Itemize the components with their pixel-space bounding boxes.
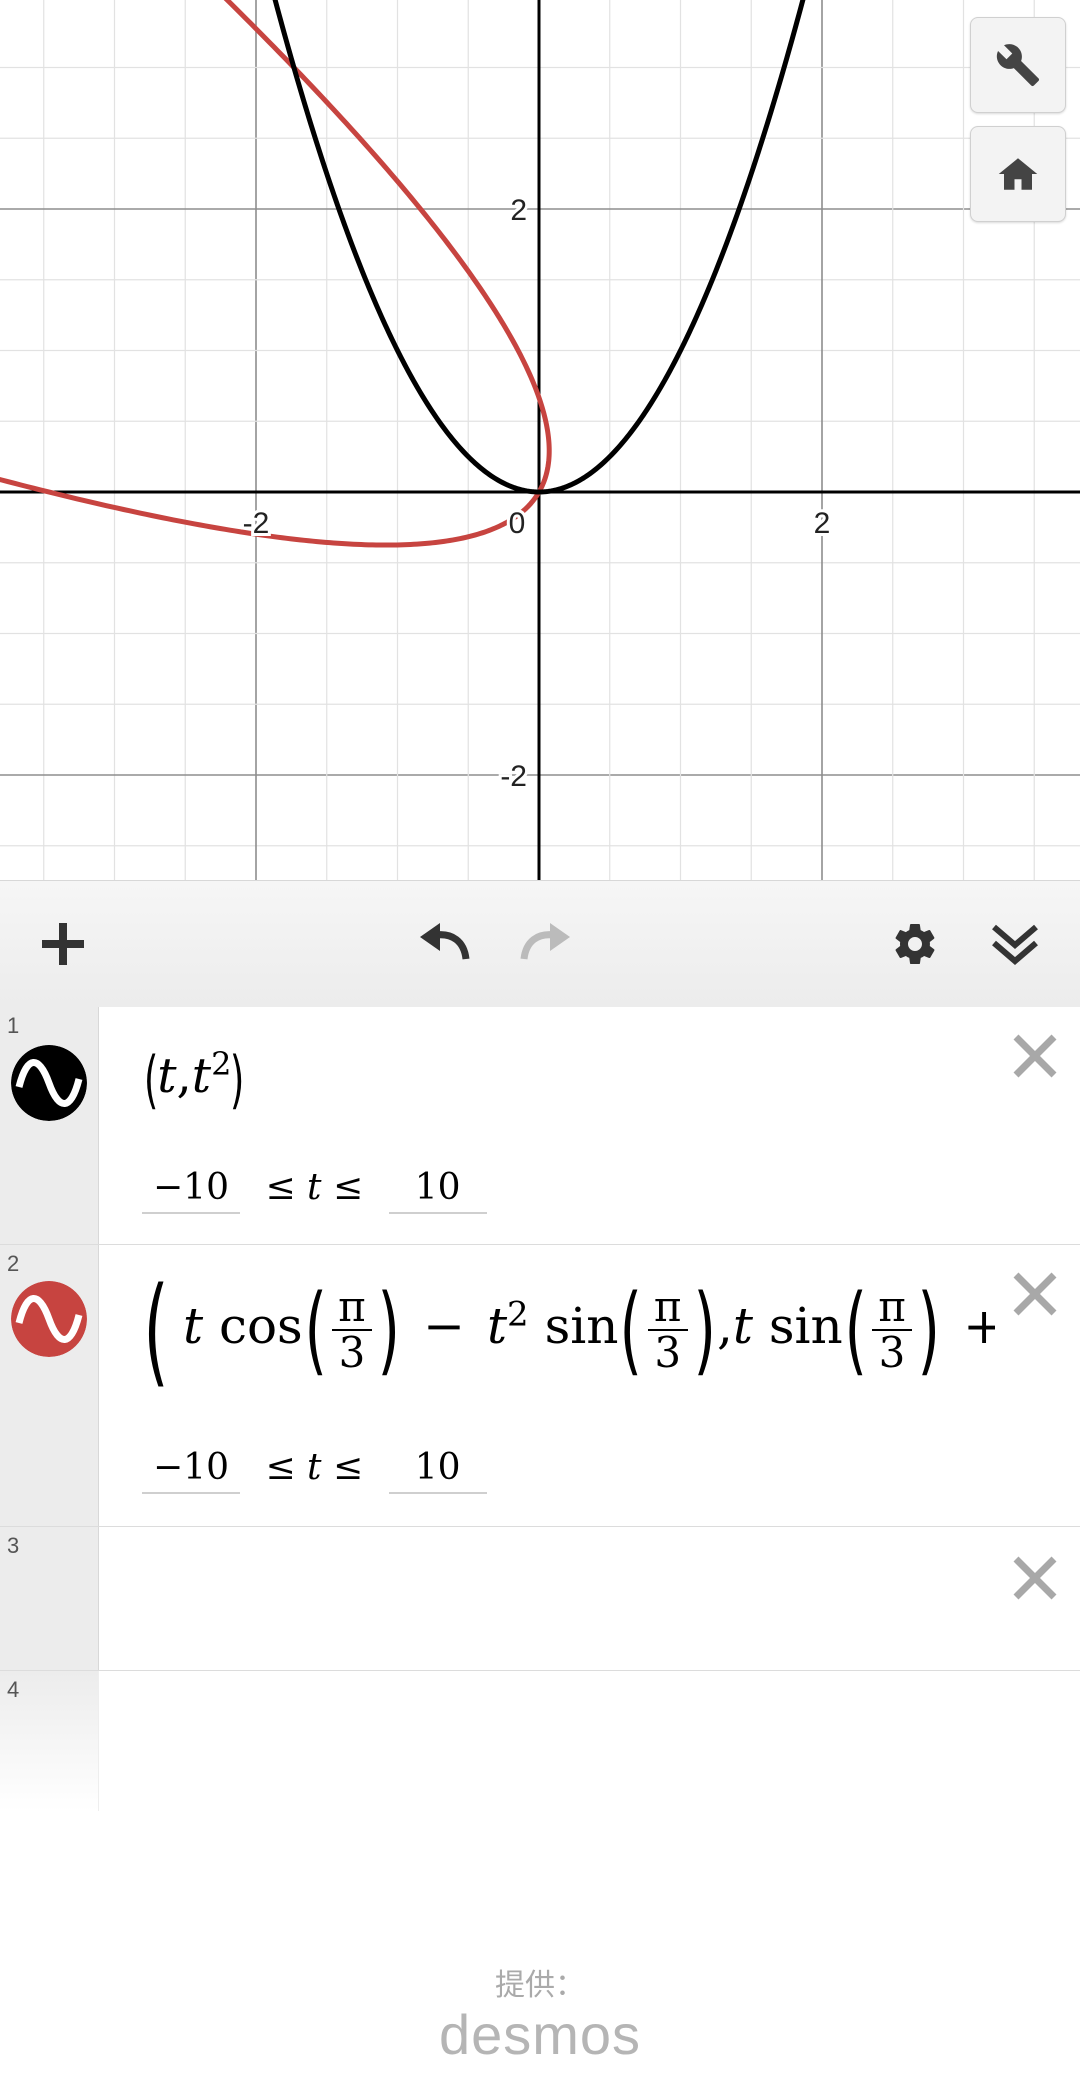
domain-inequality: ≤ t ≤ [265, 1447, 364, 1488]
parametric-domain: −10 ≤ t ≤ 10 [142, 1447, 487, 1494]
delete-expression-button[interactable] [1008, 1267, 1062, 1321]
wrench-icon [996, 44, 1040, 87]
undo-icon [420, 923, 470, 960]
expression-input-3[interactable] [145, 1567, 945, 1627]
expression-gutter: 3 [0, 1527, 99, 1670]
expression-row-1[interactable]: 1 (t,t2) −10 ≤ t ≤ 10 [0, 1007, 1080, 1245]
curve-expression-2 [0, 0, 552, 548]
expression-toolbar [0, 880, 1080, 1008]
frac-num: π [872, 1284, 912, 1331]
var-t: t [732, 1297, 753, 1355]
paren: ) [230, 1043, 245, 1116]
comma: , [176, 1048, 192, 1104]
func-sin: sin [544, 1297, 619, 1355]
expression-gutter: 2 [0, 1245, 99, 1526]
expression-index: 4 [7, 1677, 20, 1702]
gear-icon [895, 924, 935, 965]
plus-icon [42, 923, 84, 965]
curve-color-toggle-icon[interactable] [11, 1045, 87, 1121]
paren: ( [145, 1271, 169, 1389]
expression-gutter: 1 [0, 1007, 99, 1244]
var-t: t [486, 1297, 508, 1355]
domain-inequality: ≤ t ≤ [265, 1167, 364, 1208]
add-expression-button[interactable] [18, 881, 108, 1007]
expression-list: 1 (t,t2) −10 ≤ t ≤ 10 2 (t cos(π 3) −… [0, 1007, 1080, 1811]
exponent: 2 [211, 1045, 232, 1083]
parametric-domain: −10 ≤ t ≤ 10 [142, 1167, 487, 1214]
zoom-home-button[interactable] [970, 126, 1066, 222]
expression-input-2[interactable]: ( t cos(π 3) − t2 sin(π 3),t sin(π 3) + [145, 1271, 995, 1389]
redo-button[interactable] [500, 881, 590, 1007]
expression-gutter: 4 [0, 1671, 99, 1811]
x-tick-label: 2 [814, 507, 831, 540]
provided-by-label: 提供： [495, 1968, 585, 2003]
expression-row-2[interactable]: 2 ( t cos(π 3) − t2 sin(π 3),t sin(π 3) + −… [0, 1245, 1080, 1527]
close-icon [1013, 1556, 1057, 1600]
curve-color-toggle-icon[interactable] [11, 1281, 87, 1357]
collapse-list-button[interactable] [970, 881, 1060, 1007]
y-tick-label: -2 [500, 760, 527, 793]
fraction: π3 [872, 1284, 912, 1377]
minus: − [423, 1297, 466, 1355]
fraction: π3 [332, 1284, 372, 1377]
paren: ( [304, 1274, 327, 1386]
frac-den: 3 [654, 1328, 682, 1377]
paren: ( [143, 1043, 159, 1116]
close-icon [1013, 1034, 1057, 1078]
paren: ) [377, 1274, 400, 1386]
func-cos: cos [218, 1297, 303, 1355]
domain-max-input[interactable]: 10 [388, 1167, 487, 1214]
func-sin: sin [768, 1297, 843, 1355]
frac-num: π [647, 1284, 688, 1331]
powered-by-footer: 提供： desmos [0, 1960, 1080, 2066]
expression-index: 3 [7, 1533, 20, 1558]
expression-row-3[interactable]: 3 [0, 1527, 1080, 1671]
close-icon [1013, 1272, 1057, 1316]
graph-svg[interactable]: -2 0 2 2 -2 [0, 0, 1080, 880]
frac-den: 3 [338, 1328, 366, 1377]
graph-settings-button[interactable] [970, 17, 1066, 113]
expression-input-1[interactable]: (t,t2) [143, 1043, 245, 1116]
plus: + [963, 1297, 995, 1355]
paren: ( [844, 1274, 867, 1386]
graph-canvas[interactable]: -2 0 2 2 -2 [0, 0, 1080, 880]
settings-button[interactable] [870, 881, 960, 1007]
paren: ( [619, 1274, 643, 1386]
expression-index: 2 [7, 1251, 20, 1276]
paren: ) [917, 1274, 940, 1386]
desmos-logo[interactable]: desmos [0, 2004, 1080, 2066]
var-t: t [182, 1297, 204, 1355]
x-tick-label: 0 [509, 507, 526, 540]
var-t: t [157, 1048, 177, 1104]
exponent: 2 [507, 1294, 529, 1335]
paren: ) [693, 1274, 716, 1386]
delete-expression-button[interactable] [1008, 1551, 1062, 1605]
fraction: π3 [647, 1284, 688, 1377]
frac-num: π [332, 1284, 372, 1331]
home-icon [998, 158, 1038, 190]
delete-expression-button[interactable] [1008, 1029, 1062, 1083]
var-t: t [191, 1048, 212, 1104]
domain-min-input[interactable]: −10 [142, 1447, 240, 1494]
x-tick-label: -2 [243, 507, 270, 540]
undo-button[interactable] [400, 881, 490, 1007]
y-tick-label: 2 [510, 194, 527, 227]
double-chevron-down-icon [992, 924, 1038, 965]
comma: , [716, 1297, 733, 1355]
expression-index: 1 [7, 1013, 20, 1038]
domain-min-input[interactable]: −10 [142, 1167, 240, 1214]
redo-icon [520, 923, 570, 960]
expression-row-4[interactable]: 4 [0, 1671, 1080, 1811]
domain-max-input[interactable]: 10 [388, 1447, 487, 1494]
frac-den: 3 [878, 1328, 906, 1377]
